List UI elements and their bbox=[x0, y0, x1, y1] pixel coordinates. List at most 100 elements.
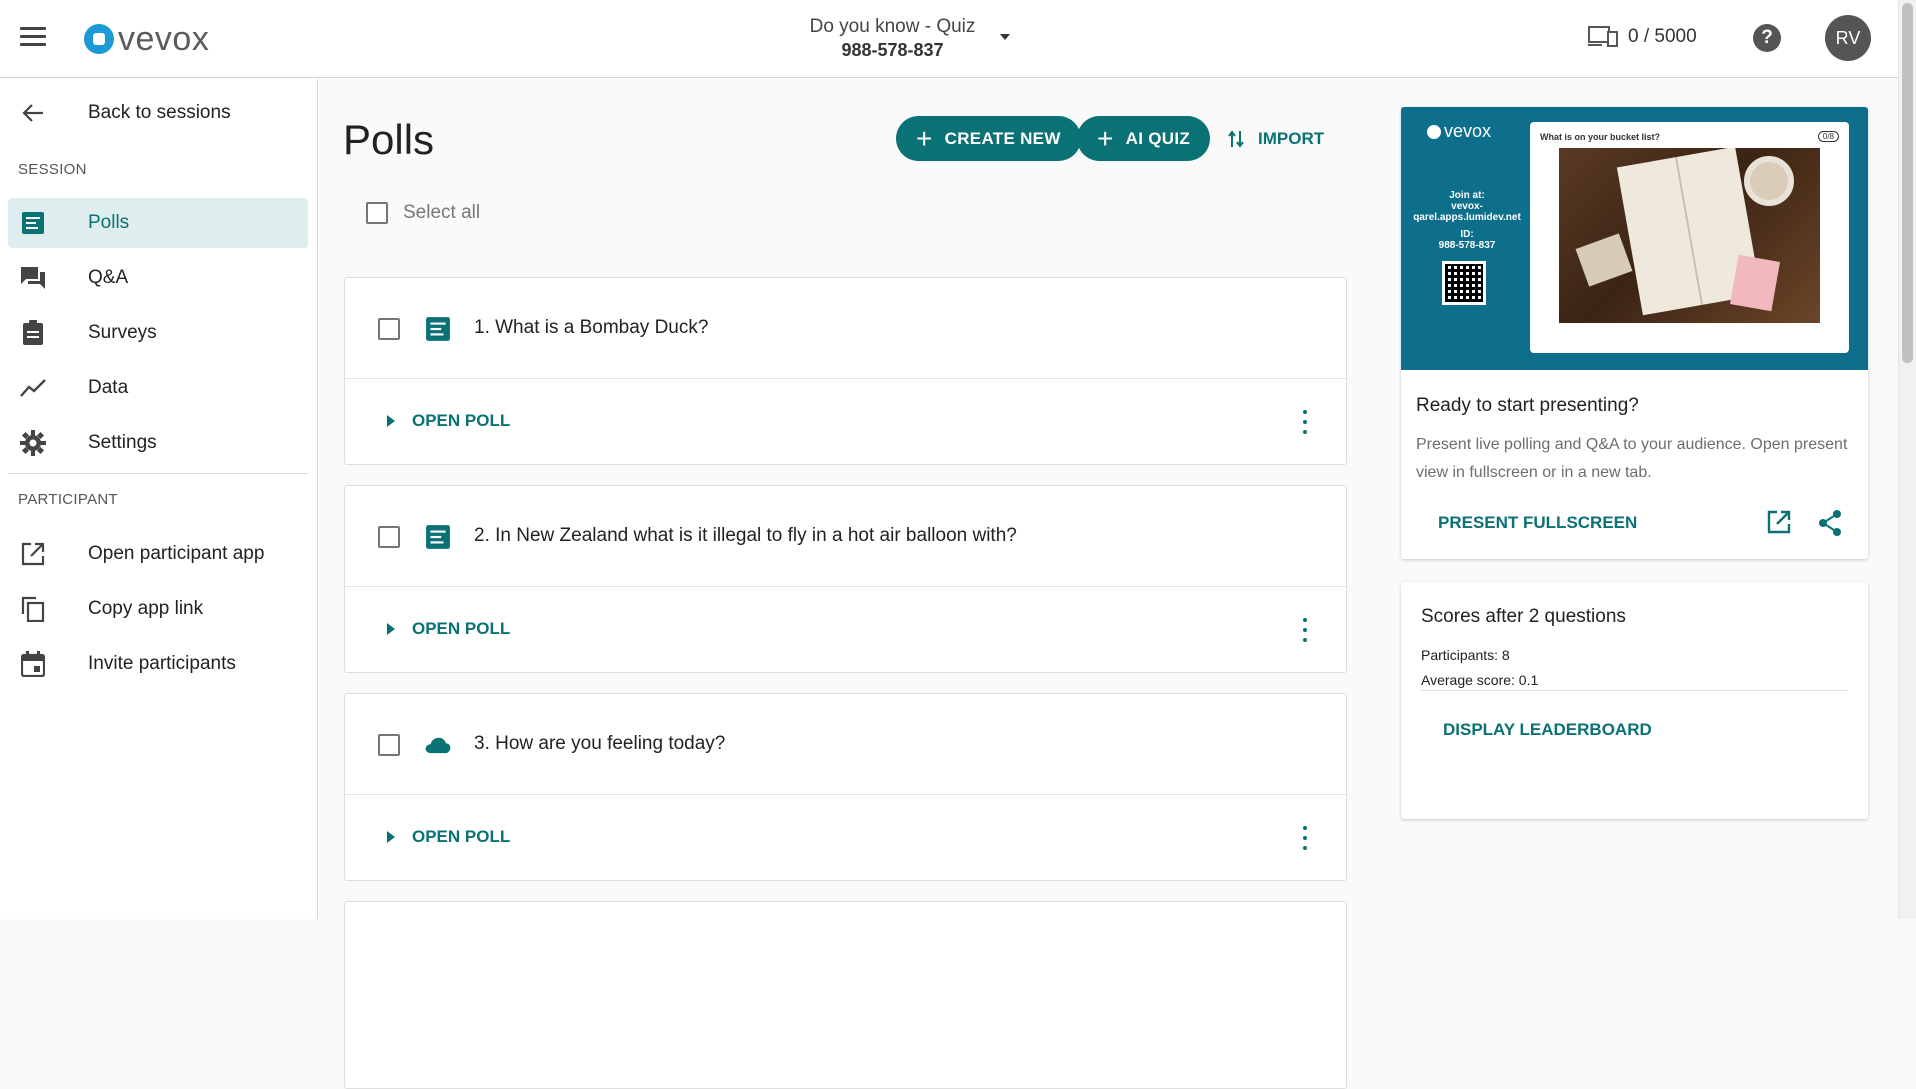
sidebar-item-invite-participants[interactable]: Invite participants bbox=[8, 639, 308, 689]
trend-icon bbox=[20, 375, 46, 401]
arrow-back-icon bbox=[20, 100, 46, 126]
word-cloud-icon bbox=[425, 732, 451, 758]
select-all-label: Select all bbox=[403, 202, 481, 223]
open-poll-label: OPEN POLL bbox=[412, 827, 511, 846]
top-bar: vevox Do you know - Quiz 988-578-837 0 /… bbox=[0, 0, 1898, 78]
sidebar-item-label: Settings bbox=[88, 432, 157, 453]
sidebar-item-label: Data bbox=[88, 377, 129, 398]
sidebar-item-data[interactable]: Data bbox=[8, 363, 308, 413]
poll-header[interactable]: 1. What is a Bombay Duck? bbox=[345, 278, 1346, 379]
sidebar: Back to sessions SESSION Polls Q&A Surve… bbox=[0, 79, 318, 919]
session-id: 988-578-837 bbox=[841, 40, 944, 60]
present-card: vevox Join at: vevox-qarel.apps.lumidev.… bbox=[1401, 107, 1868, 559]
open-external-icon bbox=[20, 541, 46, 567]
poll-card: 1. What is a Bombay Duck? OPEN POLL bbox=[344, 277, 1347, 465]
sidebar-item-copy-app-link[interactable]: Copy app link bbox=[8, 584, 308, 634]
scrollbar[interactable] bbox=[1898, 0, 1916, 919]
play-icon bbox=[387, 623, 395, 635]
text-poll-icon bbox=[425, 316, 451, 342]
poll-header[interactable]: 2. In New Zealand what is it illegal to … bbox=[345, 486, 1346, 587]
sidebar-item-open-participant-app[interactable]: Open participant app bbox=[8, 529, 308, 579]
id-label: ID: bbox=[1460, 229, 1474, 240]
forum-icon bbox=[20, 265, 46, 291]
plus-icon: + bbox=[1097, 122, 1114, 154]
chevron-down-icon[interactable] bbox=[1000, 34, 1010, 40]
poll-card: 3. How are you feeling today? OPEN POLL bbox=[344, 693, 1347, 881]
play-icon bbox=[387, 831, 395, 843]
open-poll-button[interactable]: OPEN POLL bbox=[387, 619, 510, 639]
preview-photo bbox=[1559, 148, 1820, 323]
plus-icon: + bbox=[916, 122, 933, 154]
import-button[interactable]: IMPORT bbox=[1228, 124, 1324, 154]
session-selector[interactable]: Do you know - Quiz 988-578-837 bbox=[760, 16, 1025, 61]
sidebar-item-label: Polls bbox=[88, 212, 130, 233]
present-fullscreen-button[interactable]: PRESENT FULLSCREEN bbox=[1438, 513, 1637, 533]
open-poll-label: OPEN POLL bbox=[412, 411, 511, 430]
logo-mark-icon bbox=[84, 24, 114, 54]
scores-card: Scores after 2 questions Participants: 8… bbox=[1401, 582, 1868, 819]
logo-text: vevox bbox=[118, 19, 210, 58]
open-poll-button[interactable]: OPEN POLL bbox=[387, 411, 510, 431]
join-at-label: Join at: bbox=[1449, 190, 1485, 201]
create-new-button[interactable]: + CREATE NEW bbox=[896, 116, 1081, 161]
poll-checkbox[interactable] bbox=[378, 526, 400, 548]
preview-logo: vevox bbox=[1427, 121, 1491, 142]
poll-checkbox[interactable] bbox=[378, 318, 400, 340]
sidebar-item-label: Q&A bbox=[88, 267, 129, 288]
avatar[interactable]: RV bbox=[1825, 15, 1871, 61]
ai-quiz-button[interactable]: + AI QUIZ bbox=[1077, 116, 1211, 161]
text-poll-icon bbox=[425, 524, 451, 550]
poll-title: 2. In New Zealand what is it illegal to … bbox=[474, 525, 1017, 546]
menu-icon[interactable] bbox=[20, 27, 46, 49]
ai-quiz-label: AI QUIZ bbox=[1125, 128, 1191, 148]
session-name: Do you know - Quiz bbox=[809, 16, 976, 37]
play-icon bbox=[387, 415, 395, 427]
create-new-label: CREATE NEW bbox=[944, 128, 1061, 148]
gear-icon bbox=[20, 430, 46, 456]
sidebar-item-polls[interactable]: Polls bbox=[8, 198, 308, 248]
select-all-checkbox[interactable] bbox=[366, 202, 388, 224]
poll-checkbox[interactable] bbox=[378, 734, 400, 756]
clipboard-icon bbox=[20, 320, 46, 346]
swap-vertical-icon bbox=[1228, 130, 1244, 148]
open-poll-button[interactable]: OPEN POLL bbox=[387, 827, 510, 847]
sidebar-item-qa[interactable]: Q&A bbox=[8, 253, 308, 303]
share-icon[interactable] bbox=[1818, 510, 1844, 536]
present-preview[interactable]: vevox Join at: vevox-qarel.apps.lumidev.… bbox=[1401, 107, 1868, 370]
poll-footer: OPEN POLL bbox=[345, 587, 1346, 673]
back-label: Back to sessions bbox=[88, 102, 231, 123]
average-score: Average score: 0.1 bbox=[1421, 672, 1539, 688]
present-title: Ready to start presenting? bbox=[1416, 395, 1639, 416]
session-section-header: SESSION bbox=[18, 161, 87, 178]
display-leaderboard-button[interactable]: DISPLAY LEADERBOARD bbox=[1443, 720, 1652, 740]
participants-count: Participants: 8 bbox=[1421, 647, 1510, 663]
open-poll-label: OPEN POLL bbox=[412, 619, 511, 638]
sidebar-item-settings[interactable]: Settings bbox=[8, 418, 308, 468]
poll-title: 1. What is a Bombay Duck? bbox=[474, 317, 709, 338]
poll-header[interactable]: 3. How are you feeling today? bbox=[345, 694, 1346, 795]
devices-icon bbox=[1588, 26, 1618, 47]
preview-count: 0/8 bbox=[1817, 131, 1839, 142]
participant-section-header: PARTICIPANT bbox=[18, 491, 118, 508]
open-in-new-tab-icon[interactable] bbox=[1767, 510, 1793, 536]
poll-card: 2. In New Zealand what is it illegal to … bbox=[344, 485, 1347, 673]
sidebar-item-label: Open participant app bbox=[88, 543, 265, 564]
select-all[interactable]: Select all bbox=[366, 202, 480, 224]
more-vert-icon[interactable] bbox=[1297, 618, 1313, 642]
more-vert-icon[interactable] bbox=[1297, 410, 1313, 434]
vevox-logo[interactable]: vevox bbox=[84, 20, 209, 58]
copy-icon bbox=[20, 596, 46, 622]
join-url: vevox-qarel.apps.lumidev.net bbox=[1413, 201, 1521, 223]
sidebar-item-label: Surveys bbox=[88, 322, 157, 343]
more-vert-icon[interactable] bbox=[1297, 826, 1313, 850]
scores-divider bbox=[1421, 690, 1848, 691]
help-icon[interactable]: ? bbox=[1753, 24, 1781, 52]
sidebar-item-surveys[interactable]: Surveys bbox=[8, 308, 308, 358]
scrollbar-thumb[interactable] bbox=[1902, 3, 1913, 363]
poll-card bbox=[344, 901, 1347, 1089]
present-description: Present live polling and Q&A to your aud… bbox=[1416, 436, 1848, 481]
sidebar-item-label: Invite participants bbox=[88, 653, 236, 674]
back-to-sessions[interactable]: Back to sessions bbox=[8, 88, 308, 138]
calendar-icon bbox=[20, 651, 46, 677]
scores-title: Scores after 2 questions bbox=[1421, 606, 1626, 627]
